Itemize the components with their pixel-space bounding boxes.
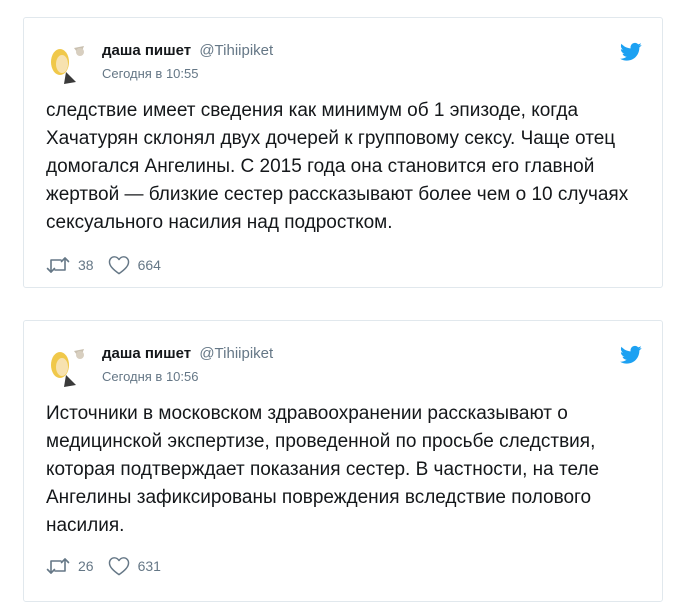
retweet-count: 38 xyxy=(78,257,94,273)
tweet-text: Источники в московском здравоохранении р… xyxy=(46,403,600,536)
twitter-bird-icon[interactable] xyxy=(620,345,642,365)
avatar[interactable] xyxy=(46,42,90,86)
timestamp[interactable]: Сегодня в 10:56 xyxy=(102,369,198,384)
user-line: даша пишет @Tihiipiket xyxy=(102,42,273,59)
user-handle[interactable]: @Tihiipiket xyxy=(199,42,273,59)
user-name[interactable]: даша пишет xyxy=(102,345,191,362)
heart-icon xyxy=(108,556,130,576)
tweet-text: следствие имеет сведения как минимум об … xyxy=(46,100,629,233)
tweet-actions: 38 664 xyxy=(46,253,175,277)
like-count: 664 xyxy=(137,257,161,273)
heart-icon xyxy=(108,255,130,275)
retweet-icon xyxy=(46,256,70,274)
tweet-card: даша пишет @Tihiipiket Сегодня в 10:56 И… xyxy=(23,320,663,602)
user-handle[interactable]: @Tihiipiket xyxy=(199,345,273,362)
like-button[interactable]: 664 xyxy=(108,255,161,275)
user-name[interactable]: даша пишет xyxy=(102,42,191,59)
avatar[interactable] xyxy=(46,345,90,389)
retweet-button[interactable]: 38 xyxy=(46,256,94,274)
tweet-card: даша пишет @Tihiipiket Сегодня в 10:55 с… xyxy=(23,17,663,288)
tweet-header: даша пишет @Tihiipiket Сегодня в 10:55 xyxy=(46,40,642,86)
retweet-count: 26 xyxy=(78,558,94,574)
user-line: даша пишет @Tihiipiket xyxy=(102,345,273,362)
tweet-actions: 26 631 xyxy=(46,554,175,578)
like-count: 631 xyxy=(137,558,161,574)
twitter-bird-icon[interactable] xyxy=(620,42,642,62)
tweet-header: даша пишет @Tihiipiket Сегодня в 10:56 xyxy=(46,343,642,389)
like-button[interactable]: 631 xyxy=(108,556,161,576)
retweet-icon xyxy=(46,557,70,575)
timestamp[interactable]: Сегодня в 10:55 xyxy=(102,66,198,81)
retweet-button[interactable]: 26 xyxy=(46,557,94,575)
